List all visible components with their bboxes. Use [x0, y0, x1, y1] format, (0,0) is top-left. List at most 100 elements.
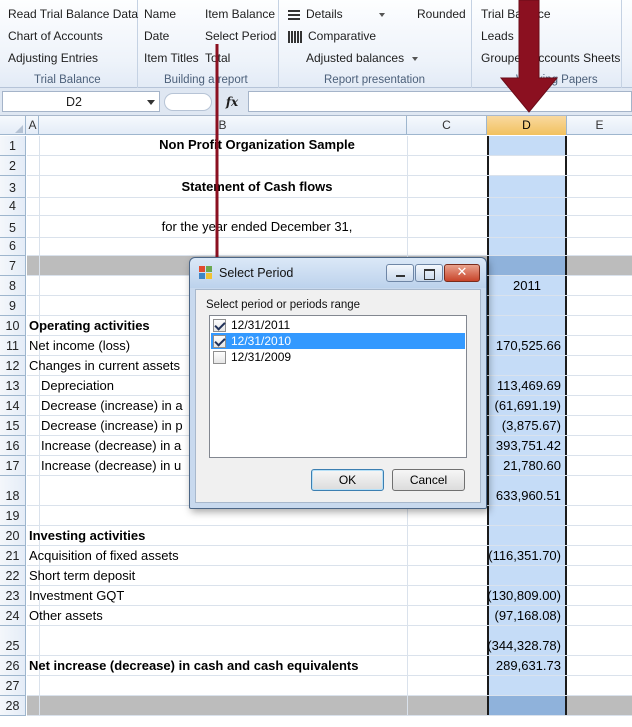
row-header[interactable]: 23	[0, 586, 26, 606]
cell-d[interactable]	[487, 176, 567, 197]
cell-d[interactable]	[487, 216, 567, 237]
read-trial-balance-data-button[interactable]: Read Trial Balance Data	[8, 7, 138, 21]
row-header[interactable]: 15	[0, 416, 26, 436]
cancel-button[interactable]: Cancel	[392, 469, 465, 491]
adjusted-balances-dropdown[interactable]: Adjusted balances	[306, 51, 419, 65]
formula-input[interactable]	[248, 91, 632, 112]
chart-of-accounts-button[interactable]: Chart of Accounts	[8, 29, 103, 43]
leads-button[interactable]: Leads	[481, 29, 514, 43]
row-header[interactable]: 22	[0, 566, 26, 586]
minimize-button[interactable]	[386, 264, 414, 282]
cell-d[interactable]	[487, 356, 567, 375]
column-header-d[interactable]: D	[487, 116, 567, 135]
row-header[interactable]: 20	[0, 526, 26, 546]
row-header[interactable]: 5	[0, 216, 26, 238]
row-cells[interactable]: Other assets (97,168.08)	[27, 606, 632, 626]
cell-d[interactable]	[487, 316, 567, 335]
cell-d[interactable]	[487, 156, 567, 175]
row-header[interactable]: 6	[0, 238, 26, 256]
cell-d[interactable]	[487, 296, 567, 315]
row-header[interactable]: 4	[0, 198, 26, 216]
row-header[interactable]: 9	[0, 296, 26, 316]
total-button[interactable]: Total	[205, 51, 230, 65]
row-cells[interactable]	[27, 676, 632, 696]
row-header[interactable]: 28	[0, 696, 26, 716]
cell-d[interactable]	[487, 566, 567, 585]
row-header[interactable]: 2	[0, 156, 26, 176]
column-header-e[interactable]: E	[567, 116, 632, 135]
chevron-down-icon[interactable]	[147, 100, 155, 105]
select-all-button[interactable]	[0, 116, 26, 135]
row-cells[interactable]: Statement of Cash flows	[27, 176, 632, 198]
row-cells[interactable]: Non Profit Organization Sample	[27, 136, 632, 156]
item-balance-button[interactable]: Item Balance	[205, 7, 275, 21]
cell-d[interactable]: (344,328.78)	[487, 626, 567, 655]
row-header[interactable]: 3	[0, 176, 26, 198]
row-header[interactable]: 14	[0, 396, 26, 416]
period-option[interactable]: 12/31/2011	[211, 317, 465, 333]
row-header[interactable]: 12	[0, 356, 26, 376]
cell-d[interactable]: 2011	[487, 276, 567, 295]
row-cells[interactable]	[27, 156, 632, 176]
row-header[interactable]: 26	[0, 656, 26, 676]
formula-buttons[interactable]	[164, 93, 212, 111]
row-header[interactable]: 18	[0, 476, 26, 506]
row-header[interactable]: 24	[0, 606, 26, 626]
cell-d[interactable]: 170,525.66	[487, 336, 567, 355]
row-cells[interactable]	[27, 198, 632, 216]
period-checkbox[interactable]	[213, 335, 226, 348]
row-cells[interactable]: Investing activities	[27, 526, 632, 546]
row-header[interactable]: 10	[0, 316, 26, 336]
row-header[interactable]: 21	[0, 546, 26, 566]
cell-d[interactable]	[487, 136, 567, 155]
cell-d[interactable]: (116,351.70)	[487, 546, 567, 565]
period-option[interactable]: 12/31/2010	[211, 333, 465, 349]
period-checkbox[interactable]	[213, 319, 226, 332]
rounded-button[interactable]: Rounded	[417, 7, 466, 21]
row-cells[interactable]: Investment GQT (130,809.00)	[27, 586, 632, 606]
row-header[interactable]: 1	[0, 136, 26, 156]
name-button[interactable]: Name	[144, 7, 176, 21]
row-header[interactable]: 25	[0, 626, 26, 656]
row-cells[interactable]	[27, 696, 632, 716]
row-cells[interactable]	[27, 506, 632, 526]
details-dropdown[interactable]: Details	[288, 7, 385, 21]
cell-d[interactable]	[487, 198, 567, 215]
insert-function-icon[interactable]: fx	[220, 92, 244, 112]
row-header[interactable]: 11	[0, 336, 26, 356]
name-box[interactable]: D2	[2, 91, 160, 112]
maximize-button[interactable]	[415, 264, 443, 282]
row-header[interactable]: 8	[0, 276, 26, 296]
dialog-title-bar[interactable]: Select Period ✕	[190, 258, 486, 288]
cell-d[interactable]: 289,631.73	[487, 656, 567, 675]
close-button[interactable]: ✕	[444, 264, 480, 282]
row-cells[interactable]: Net increase (decrease) in cash and cash…	[27, 656, 632, 676]
row-header[interactable]: 16	[0, 436, 26, 456]
date-button[interactable]: Date	[144, 29, 169, 43]
cell-d[interactable]	[487, 676, 567, 695]
row-cells[interactable]: Short term deposit	[27, 566, 632, 586]
cell-d[interactable]: 633,960.51	[487, 476, 567, 505]
grouped-accounts-sheets-button[interactable]: Grouped Accounts Sheets	[481, 51, 620, 65]
ok-button[interactable]: OK	[311, 469, 384, 491]
cell-d[interactable]: 393,751.42	[487, 436, 567, 455]
period-checkbox[interactable]	[213, 351, 226, 364]
row-cells[interactable]: Acquisition of fixed assets (116,351.70)	[27, 546, 632, 566]
select-period-button[interactable]: Select Period	[205, 29, 276, 43]
comparative-button[interactable]: Comparative	[288, 29, 376, 43]
row-header[interactable]: 19	[0, 506, 26, 526]
trial-balance-paper-button[interactable]: Trial Balance	[481, 7, 551, 21]
item-titles-button[interactable]: Item Titles	[144, 51, 199, 65]
row-cells[interactable]: for the year ended December 31,	[27, 216, 632, 238]
period-option[interactable]: 12/31/2009	[211, 349, 465, 365]
row-header[interactable]: 7	[0, 256, 26, 276]
cell-d[interactable]	[487, 696, 567, 715]
cell-d[interactable]: 113,469.69	[487, 376, 567, 395]
adjusting-entries-button[interactable]: Adjusting Entries	[8, 51, 98, 65]
cell-d[interactable]: (130,809.00)	[487, 586, 567, 605]
cell-d[interactable]: (97,168.08)	[487, 606, 567, 625]
column-header-a[interactable]: A	[27, 116, 39, 135]
row-cells[interactable]	[27, 238, 632, 256]
cell-d[interactable]	[487, 506, 567, 525]
row-header[interactable]: 17	[0, 456, 26, 476]
